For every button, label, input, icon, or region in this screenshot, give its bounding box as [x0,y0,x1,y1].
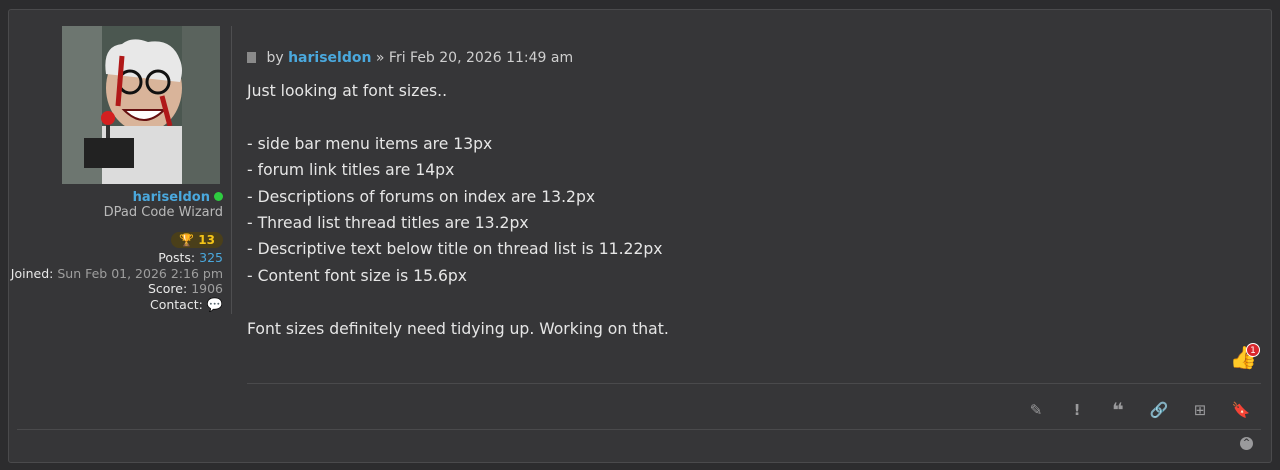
online-status-icon [214,192,223,201]
posts-count-link[interactable]: 325 [199,250,223,265]
quote-icon[interactable]: ❝ [1108,400,1128,420]
score-label: Score: [147,281,188,296]
scroll-top-icon[interactable]: ^ [1240,437,1253,450]
bookmark-icon[interactable]: 🔖 [1231,400,1251,420]
posts-label: Posts: [158,250,196,265]
profile-rank: DPad Code Wizard [103,205,223,220]
contact-icon[interactable]: 💬 [207,298,223,313]
post-container: hariseldon DPad Code Wizard 🏆 13 Posts: … [8,9,1272,463]
reaction-count: 1 [1246,343,1260,357]
trophy-badge: 🏆 13 [171,232,223,248]
profile-username[interactable]: hariseldon [133,190,210,205]
avatar[interactable] [62,26,220,184]
author-link[interactable]: hariseldon [288,50,371,66]
contact-label: Contact: [149,297,203,312]
post-body: by hariseldon » Fri Feb 20, 2026 11:49 a… [247,50,1257,342]
post-author-line: by hariseldon » Fri Feb 20, 2026 11:49 a… [247,50,1257,66]
trophy-count: 13 [198,233,215,247]
reaction-button[interactable]: 👍 1 [1230,343,1260,371]
pencil-icon[interactable]: ✎ [1026,400,1046,420]
post-profile: hariseldon DPad Code Wizard 🏆 13 Posts: … [9,26,232,314]
plus-box-icon[interactable]: ⊞ [1190,400,1210,420]
link-icon[interactable]: 🔗 [1149,400,1169,420]
post-actions: ✎ ! ❝ 🔗 ⊞ 🔖 [1026,400,1251,420]
post-icon[interactable] [247,52,256,63]
by-text: by [266,50,284,66]
divider [17,429,1261,430]
score-value: 1906 [191,281,223,296]
post-date: » Fri Feb 20, 2026 11:49 am [375,50,574,66]
trophy-icon: 🏆 [179,233,195,247]
exclamation-icon[interactable]: ! [1067,400,1087,420]
joined-label: Joined: [10,266,54,281]
joined-date: Sun Feb 01, 2026 2:16 pm [57,266,223,281]
post-content: Just looking at font sizes.. - side bar … [247,82,669,338]
divider [247,383,1261,384]
